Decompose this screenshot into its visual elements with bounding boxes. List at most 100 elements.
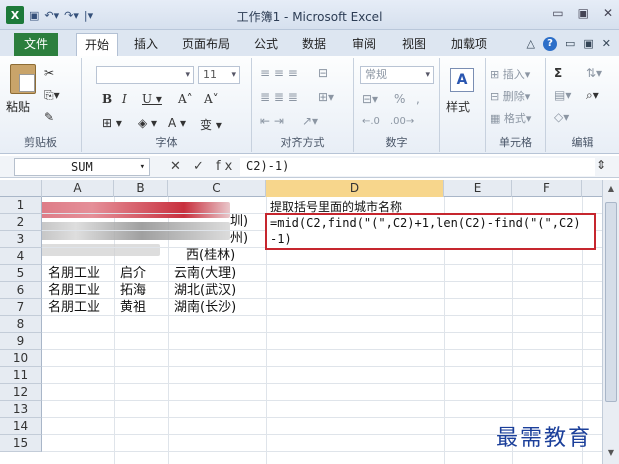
italic-button[interactable]: I [122, 92, 127, 106]
cell-a6[interactable]: 名朋工业 [44, 282, 100, 299]
minimize-icon[interactable]: ▭ [552, 6, 563, 20]
tab-data[interactable]: 数据 [296, 33, 332, 56]
indent-icon[interactable]: ⇤ ⇥ [260, 114, 284, 128]
font-size-combo[interactable]: 11 ▾ [198, 66, 240, 84]
cell-c5[interactable]: 云南(大理) [170, 265, 236, 282]
font-color-icon[interactable]: A ▾ [168, 116, 186, 130]
phonetic-icon[interactable]: 变 ▾ [200, 116, 222, 133]
column-header-f[interactable]: F [512, 180, 582, 197]
row-header-4[interactable]: 4 [0, 248, 42, 265]
insert-cells-button[interactable]: ⊞ 插入▾ [490, 66, 530, 82]
decrease-decimal-icon[interactable]: .00→ [390, 116, 414, 127]
column-header-c[interactable]: C [168, 180, 266, 197]
cell-b5[interactable]: 启介 [116, 265, 146, 282]
shrink-font-button[interactable]: A˅ [204, 92, 219, 106]
align-top-icon[interactable]: ≡ ≡ ≡ [260, 66, 298, 80]
font-label: 字体 [155, 136, 178, 149]
autosum-button[interactable]: Σ [554, 66, 562, 80]
tab-review[interactable]: 审阅 [346, 33, 382, 56]
cell-c6[interactable]: 湖北(武汉) [170, 282, 236, 299]
underline-button[interactable]: U ▾ [142, 92, 162, 106]
row-header-7[interactable]: 7 [0, 299, 42, 316]
number-format-combo[interactable]: 常规 ▾ [360, 66, 434, 84]
vertical-scrollbar[interactable]: ▲ ▼ [602, 180, 619, 464]
column-header-b[interactable]: B [114, 180, 168, 197]
cell-c4-fragment[interactable]: 西(桂林) [182, 247, 235, 264]
format-cells-button[interactable]: ▦ 格式▾ [490, 110, 531, 126]
currency-icon[interactable]: ⊟▾ [362, 92, 378, 106]
column-header-a[interactable]: A [42, 180, 114, 197]
wrap-text-icon[interactable]: ⊟ [318, 66, 328, 80]
find-select-icon[interactable]: ⌕▾ [586, 88, 599, 103]
tab-insert[interactable]: 插入 [126, 33, 166, 56]
row-header-5[interactable]: 5 [0, 265, 42, 282]
row-header-8[interactable]: 8 [0, 316, 42, 333]
formula-bar: SUM ▾ ✕ ✓ fx C2)-1) ⇕ [0, 156, 619, 178]
row-header-12[interactable]: 12 [0, 384, 42, 401]
increase-decimal-icon[interactable]: ←.0 [362, 116, 380, 127]
grow-font-button[interactable]: A˄ [178, 92, 193, 106]
align-left-icon[interactable]: ≣ ≣ ≣ [260, 90, 298, 104]
row-header-9[interactable]: 9 [0, 333, 42, 350]
help-icon[interactable]: ? [542, 37, 557, 51]
cell-a7[interactable]: 名朋工业 [44, 299, 100, 316]
row-header-1[interactable]: 1 [0, 197, 42, 214]
tab-home[interactable]: 开始 [76, 33, 118, 56]
cell-a5[interactable]: 名朋工业 [44, 265, 100, 282]
fill-color-icon[interactable]: ◈ ▾ [138, 116, 157, 130]
cell-c7[interactable]: 湖南(长沙) [170, 299, 236, 316]
tab-page-layout[interactable]: 页面布局 [176, 33, 236, 56]
row-header-14[interactable]: 14 [0, 418, 42, 435]
paste-icon[interactable] [10, 64, 36, 94]
copy-icon[interactable]: ⎘▾ [44, 88, 60, 103]
styles-button[interactable]: 样式 [446, 98, 470, 115]
styles-icon[interactable]: A [450, 68, 474, 92]
row-header-6[interactable]: 6 [0, 282, 42, 299]
cell-c2-fragment[interactable]: 圳) [226, 213, 248, 230]
row-header-10[interactable]: 10 [0, 350, 42, 367]
doc-close-icon[interactable]: ✕ [602, 37, 611, 51]
clear-icon[interactable]: ◇▾ [554, 110, 569, 124]
border-icon[interactable]: ⊞ ▾ [102, 116, 122, 130]
merge-cells-icon[interactable]: ⊞▾ [318, 90, 334, 104]
format-painter-icon[interactable]: ✎ [44, 110, 54, 124]
ribbon-collapse-icon[interactable]: △ [527, 37, 535, 51]
scroll-thumb[interactable] [605, 202, 617, 402]
row-header-15[interactable]: 15 [0, 435, 42, 452]
tab-formulas[interactable]: 公式 [248, 33, 284, 56]
column-header-e[interactable]: E [444, 180, 512, 197]
cut-icon[interactable]: ✂ [44, 66, 54, 80]
scroll-down-icon[interactable]: ▼ [605, 448, 617, 460]
cell-b7[interactable]: 黄祖 [116, 299, 146, 316]
cell-d2-editor[interactable]: =mid(C2,find("(",C2)+1,len(C2)-find("(",… [265, 213, 596, 250]
row-header-13[interactable]: 13 [0, 401, 42, 418]
expand-formula-icon[interactable]: ⇕ [596, 158, 606, 172]
select-all-corner[interactable] [0, 180, 42, 197]
comma-icon[interactable]: , [416, 92, 420, 106]
font-name-combo[interactable]: ▾ [96, 66, 194, 84]
row-header-2[interactable]: 2 [0, 214, 42, 231]
formula-icons[interactable]: ✕ ✓ fx [170, 159, 236, 174]
bold-button[interactable]: B [102, 92, 112, 106]
orientation-icon[interactable]: ↗▾ [302, 114, 318, 128]
cell-b6[interactable]: 拓海 [116, 282, 146, 299]
doc-minimize-icon[interactable]: ▭ [565, 37, 575, 51]
column-header-d[interactable]: D [266, 180, 444, 197]
cell-c3-fragment[interactable]: 州) [226, 230, 248, 247]
percent-icon[interactable]: % [394, 92, 405, 106]
close-icon[interactable]: ✕ [603, 6, 613, 20]
paste-button[interactable]: 粘贴 [6, 98, 30, 115]
name-box[interactable]: SUM ▾ [14, 158, 150, 176]
sort-filter-icon[interactable]: ⇅▾ [586, 66, 602, 80]
scroll-up-icon[interactable]: ▲ [605, 184, 617, 196]
restore-icon[interactable]: ▣ [578, 6, 589, 20]
tab-view[interactable]: 视图 [396, 33, 432, 56]
fill-icon[interactable]: ▤▾ [554, 88, 571, 102]
delete-cells-button[interactable]: ⊟ 删除▾ [490, 88, 530, 104]
row-header-3[interactable]: 3 [0, 231, 42, 248]
formula-input[interactable]: C2)-1) [240, 158, 595, 176]
tab-addins[interactable]: 加载项 [444, 33, 494, 56]
row-header-11[interactable]: 11 [0, 367, 42, 384]
doc-restore-icon[interactable]: ▣ [583, 37, 593, 51]
tab-file[interactable]: 文件 [14, 33, 58, 56]
